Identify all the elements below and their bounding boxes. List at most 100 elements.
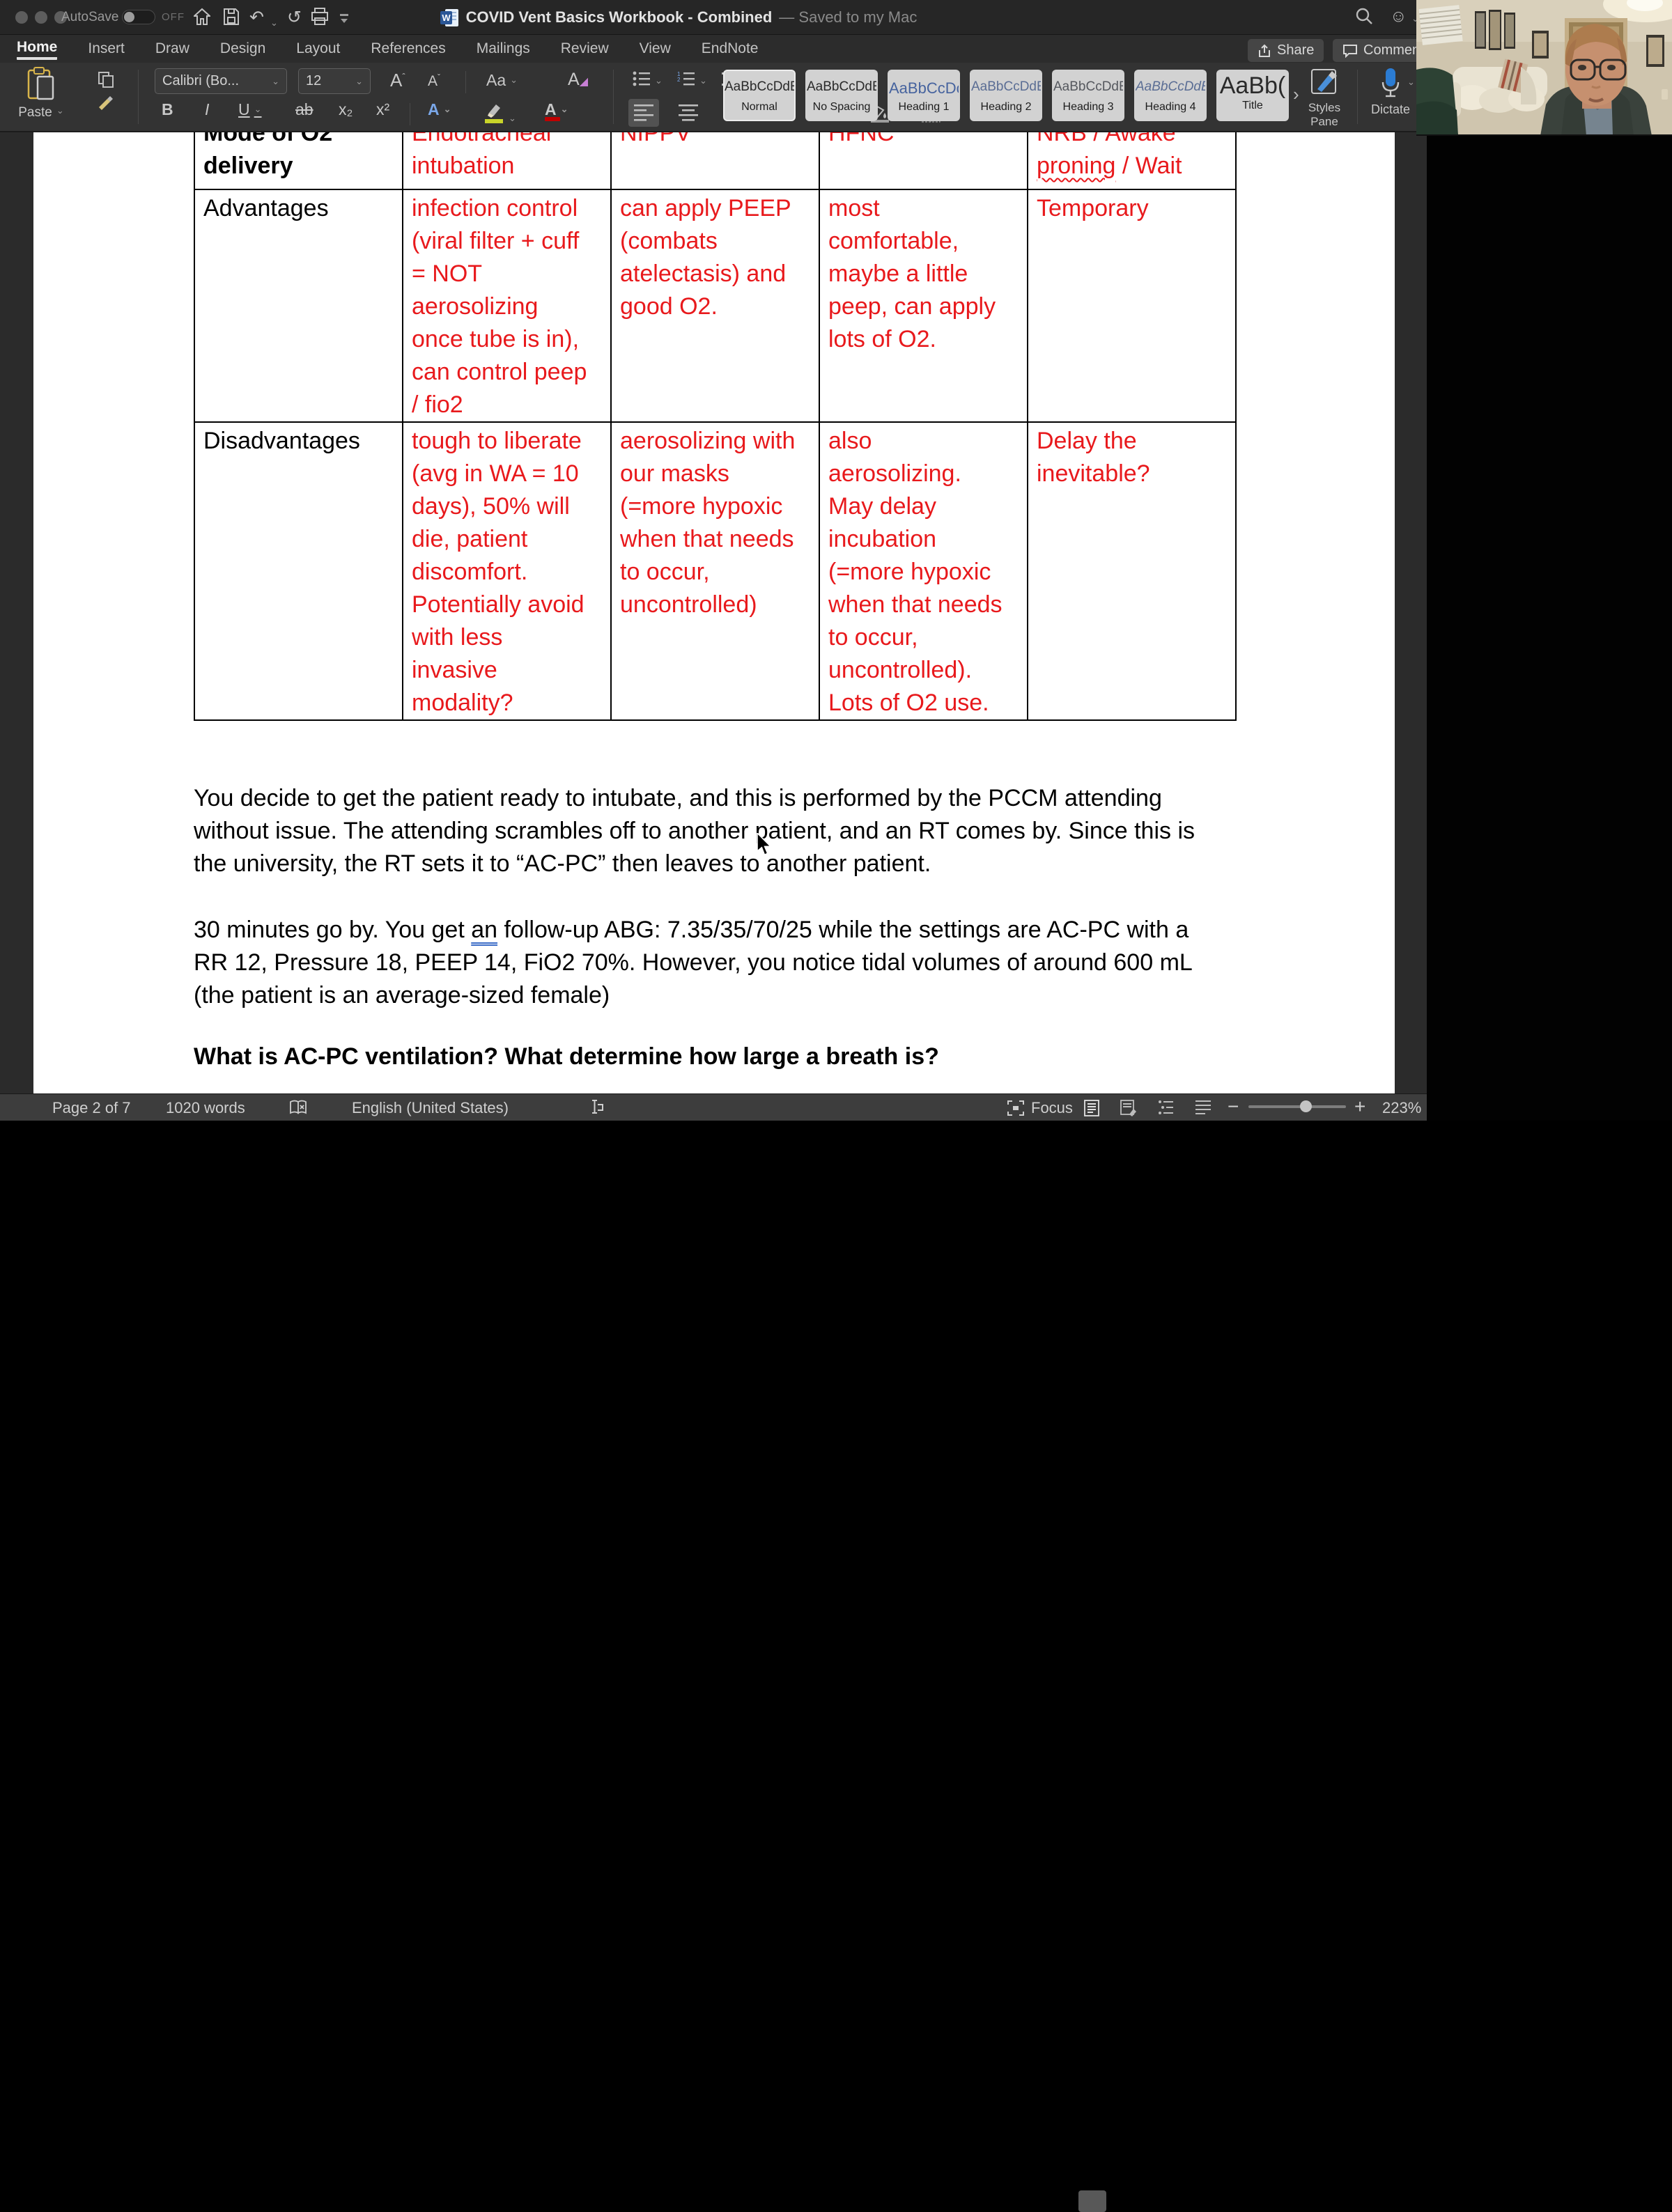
share-button[interactable]: Share [1248, 39, 1324, 62]
question-heading[interactable]: What is AC-PC ventilation? What determin… [194, 1041, 1350, 1073]
share-icon [1259, 44, 1270, 57]
font-name-select[interactable]: Calibri (Bo... ⌄ [155, 68, 287, 94]
tab-draw[interactable]: Draw [155, 40, 189, 59]
table-cell[interactable]: Temporary [1027, 189, 1237, 423]
zoom-percentage[interactable]: 223% [1382, 1099, 1421, 1117]
dictate-button[interactable]: ⌄ Dictate [1364, 67, 1417, 117]
misspelled-word: proning [1037, 153, 1116, 179]
table-cell[interactable]: Advantages [194, 189, 403, 423]
clear-formatting-button[interactable]: A◢ [568, 70, 588, 90]
change-case-button[interactable]: Aa [486, 71, 518, 90]
table-cell[interactable]: Disadvantages [194, 421, 403, 721]
svg-text:W: W [442, 13, 451, 23]
shrink-font-button[interactable]: Aˇ [428, 72, 440, 90]
tab-home[interactable]: Home [17, 39, 58, 60]
subscript-button[interactable]: x₂ [339, 100, 353, 119]
italic-button[interactable]: I [205, 100, 209, 119]
numbered-list-button[interactable]: 12 [677, 71, 707, 90]
tab-mailings[interactable]: Mailings [477, 40, 530, 59]
table-cell[interactable]: Delay the inevitable? [1027, 421, 1237, 721]
align-center-button[interactable] [679, 104, 698, 125]
draft-view-icon[interactable] [1195, 1100, 1212, 1119]
table-cell[interactable]: aerosolizing with our masks (=more hypox… [610, 421, 820, 721]
table-cell[interactable]: NRB / Awake proning / Wait [1027, 132, 1237, 190]
title-block: W COVID Vent Basics Workbook - Combined … [0, 0, 1392, 35]
spelling-status-icon[interactable] [289, 1100, 309, 1121]
document-save-status: — Saved to my Mac [779, 8, 918, 26]
mouse-cursor [757, 833, 772, 856]
bold-button[interactable]: B [162, 100, 173, 119]
track-changes-icon[interactable] [589, 1099, 605, 1121]
language-indicator[interactable]: English (United States) [352, 1099, 509, 1117]
zoom-in-button[interactable]: + [1354, 1096, 1365, 1118]
table-cell[interactable]: tough to liberate (avg in WA = 10 days),… [402, 421, 612, 721]
style-normal[interactable]: AaBbCcDdEe Normal [723, 70, 796, 121]
paste-button[interactable]: Paste [17, 67, 65, 120]
document-area: Mode of O2 delivery Endotracheal intubat… [0, 132, 1427, 1093]
page-indicator[interactable]: Page 2 of 7 [52, 1099, 131, 1117]
focus-icon[interactable] [1007, 1100, 1024, 1120]
webcam-video [1416, 0, 1672, 136]
zoom-slider-track[interactable] [1248, 1105, 1346, 1108]
style-heading-3[interactable]: AaBbCcDdEe Heading 3 [1052, 70, 1124, 121]
table-cell[interactable]: Mode of O2 delivery [194, 132, 403, 190]
font-size-select[interactable]: 12 ⌄ [298, 68, 371, 94]
copy-icon[interactable] [98, 71, 114, 91]
table-cell[interactable]: also aerosolizing. May delay incubation … [819, 421, 1028, 721]
search-icon[interactable] [1355, 7, 1373, 29]
align-left-button[interactable] [634, 104, 653, 125]
comment-icon [1343, 44, 1357, 58]
table-cell[interactable]: can apply PEEP (combats atelectasis) and… [610, 189, 820, 423]
table-row: Advantages infection control (viral filt… [194, 189, 1237, 423]
bullet-list-button[interactable] [633, 71, 663, 90]
feedback-smiley-icon[interactable]: ☺ ⌄ [1390, 7, 1419, 26]
text-effects-button[interactable]: A [428, 100, 451, 119]
word-count[interactable]: 1020 words [166, 1099, 245, 1117]
underline-button[interactable]: U [238, 100, 262, 119]
style-heading-4[interactable]: AaBbCcDdEe Heading 4 [1134, 70, 1207, 121]
tab-insert[interactable]: Insert [88, 40, 125, 59]
styles-pane-icon [1311, 69, 1337, 94]
styles-pane-button[interactable]: Styles Pane [1300, 67, 1349, 129]
table-cell[interactable]: most comfortable, maybe a little peep, c… [819, 189, 1028, 423]
zoom-slider-thumb[interactable] [1300, 1100, 1312, 1112]
format-painter-icon[interactable] [98, 95, 114, 115]
zoom-out-button[interactable]: − [1228, 1096, 1239, 1118]
style-heading-2[interactable]: AaBbCcDdEe Heading 2 [970, 70, 1042, 121]
video-app-background [1427, 0, 1672, 1121]
titlebar: AutoSave OFF ↶ ⌄ ↺ W COVID Vent Basics W… [0, 0, 1427, 35]
font-name-value: Calibri (Bo... [162, 73, 240, 88]
document-title: COVID Vent Basics Workbook - Combined [465, 8, 773, 26]
style-no-spacing[interactable]: AaBbCcDdEe No Spacing [805, 70, 878, 121]
focus-label[interactable]: Focus [1031, 1099, 1073, 1117]
tab-layout[interactable]: Layout [296, 40, 340, 59]
grow-font-button[interactable]: Aˆ [390, 70, 405, 91]
tab-endnote[interactable]: EndNote [702, 40, 759, 59]
table-cell[interactable]: HFNC [819, 132, 1028, 190]
web-layout-view-icon[interactable] [1120, 1100, 1137, 1121]
more-styles-chevron[interactable]: › [1293, 84, 1299, 105]
table-cell[interactable]: infection control (viral filter + cuff =… [402, 189, 612, 423]
o2-delivery-table[interactable]: Mode of O2 delivery Endotracheal intubat… [194, 132, 1237, 721]
print-layout-view-icon[interactable] [1084, 1100, 1099, 1121]
highlight-color-button[interactable] [483, 102, 516, 127]
body-paragraph-2[interactable]: 30 minutes go by. You get an follow-up A… [194, 914, 1350, 1012]
table-row: Disadvantages tough to liberate (avg in … [194, 421, 1237, 721]
outline-view-icon[interactable] [1158, 1100, 1175, 1119]
table-row: Mode of O2 delivery Endotracheal intubat… [194, 132, 1237, 190]
font-color-button[interactable]: A [545, 100, 568, 121]
tab-references[interactable]: References [371, 40, 445, 59]
table-cell[interactable]: NIPPV [610, 132, 820, 190]
strikethrough-button[interactable]: ab [295, 100, 314, 119]
tab-review[interactable]: Review [561, 40, 609, 59]
style-title[interactable]: AaBb( Title [1216, 70, 1289, 121]
superscript-button[interactable]: x² [376, 100, 389, 119]
body-paragraph-1[interactable]: You decide to get the patient ready to i… [194, 782, 1350, 880]
table-cell[interactable]: Endotracheal intubation [402, 132, 612, 190]
word-app-icon: W [440, 8, 458, 26]
style-heading-1[interactable]: AaBbCcDc Heading 1 [888, 70, 960, 121]
tab-design[interactable]: Design [220, 40, 265, 59]
tab-view[interactable]: View [640, 40, 671, 59]
dictate-dropdown-chevron[interactable]: ⌄ [1407, 77, 1415, 88]
share-label: Share [1277, 42, 1315, 58]
